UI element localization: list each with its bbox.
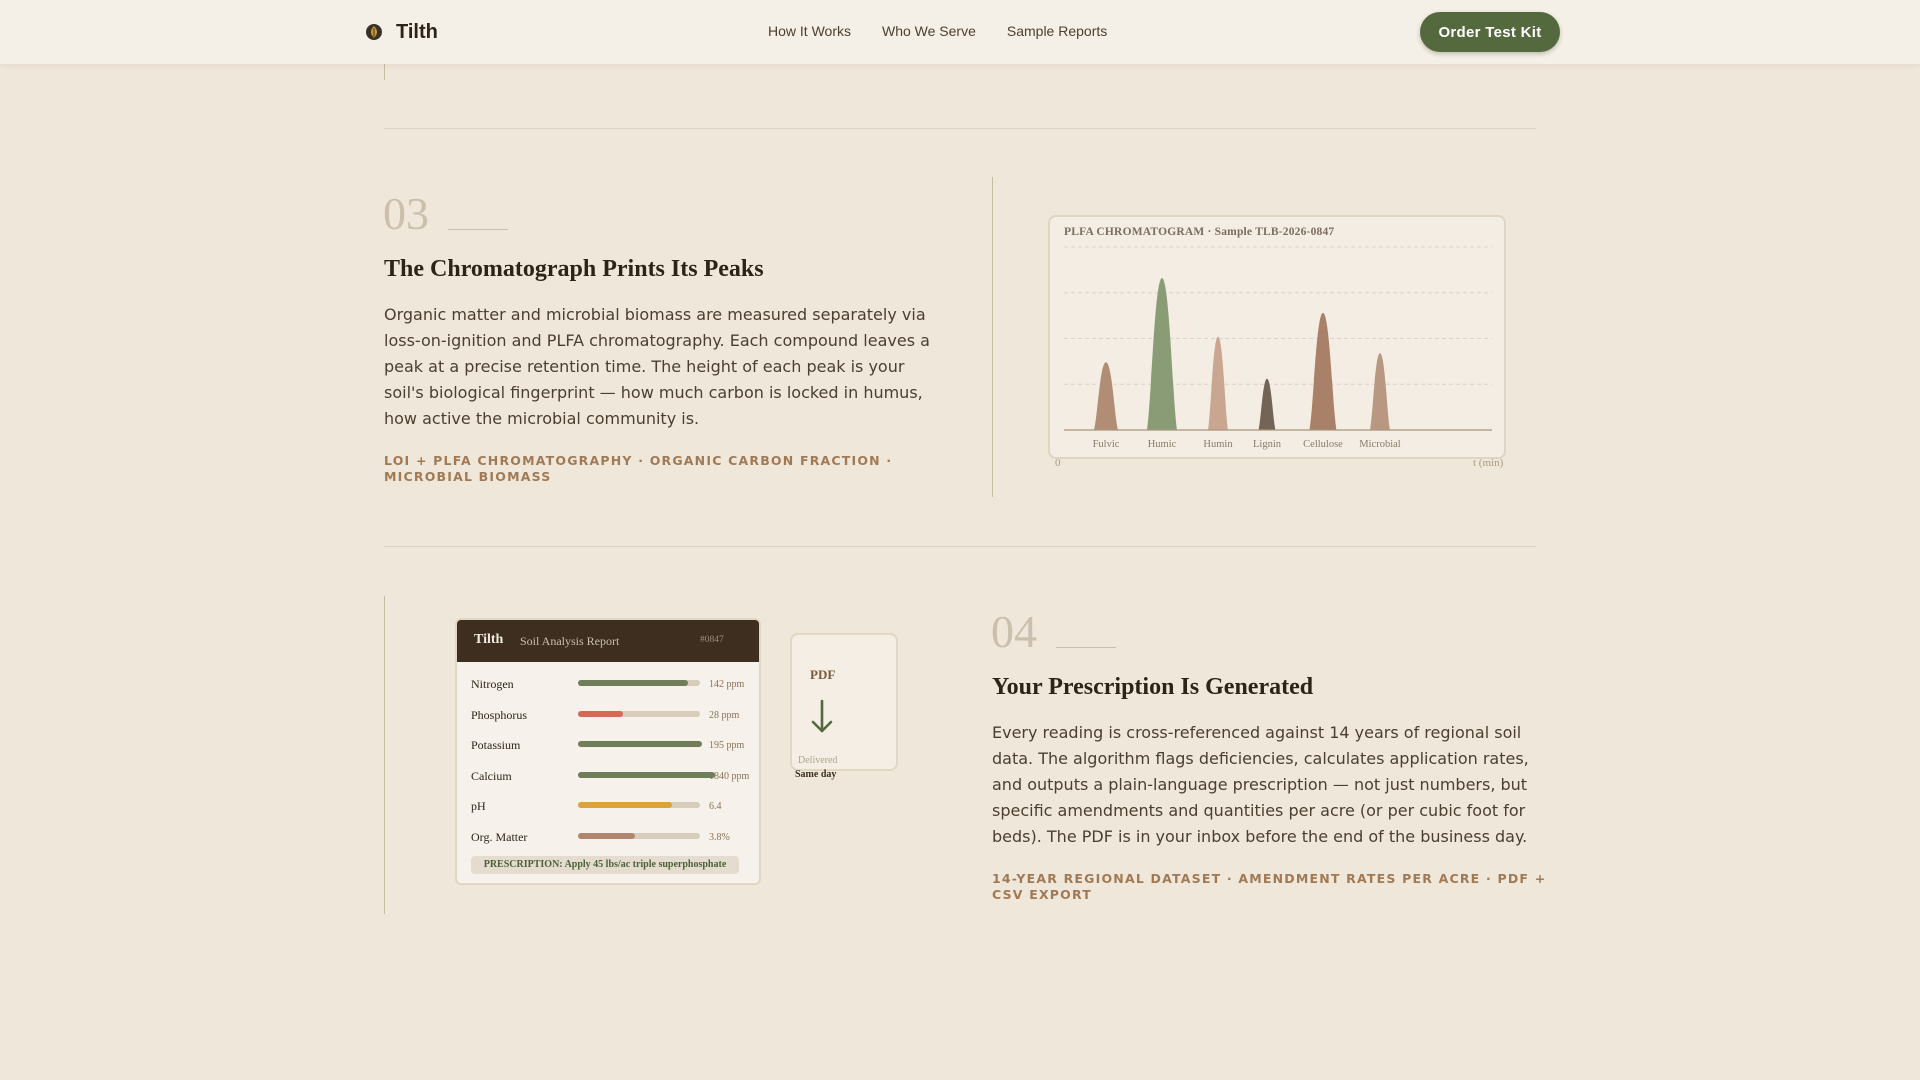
report-header: Tilth Soil Analysis Report #0847	[457, 620, 759, 662]
pdf-delivered-label: Delivered	[798, 755, 838, 766]
soil-report-card: Tilth Soil Analysis Report #0847 Nitroge…	[455, 618, 761, 885]
peak-label: Humin	[1203, 439, 1233, 450]
report-row-bar-fill	[578, 741, 703, 747]
report-row-bar	[578, 832, 700, 839]
x-axis-start-label: 0	[1055, 457, 1061, 469]
nav-link-sample-reports[interactable]: Sample Reports	[1007, 22, 1107, 40]
step-title: Your Prescription Is Generated	[992, 674, 1314, 700]
report-row-name: Nitrogen	[471, 677, 514, 691]
top-nav: Tilth How It Works Who We Serve Sample R…	[0, 0, 1920, 64]
report-row-value: 1840 ppm	[709, 770, 750, 782]
brand-logo[interactable]: Tilth	[365, 20, 438, 44]
section-divider-top	[384, 128, 1536, 129]
report-row-name: pH	[471, 799, 486, 813]
pdf-label: PDF	[810, 667, 836, 682]
report-row: Phosphorus 28 ppm	[471, 706, 759, 726]
chart-title: PLFA CHROMATOGRAM · Sample TLB-2026-0847	[1064, 226, 1335, 238]
report-brand: Tilth	[474, 632, 504, 647]
order-test-kit-button[interactable]: Order Test Kit	[1420, 12, 1560, 52]
report-row: pH 6.4	[471, 797, 759, 817]
step-description: Organic matter and microbial biomass are…	[384, 305, 930, 428]
peak-humin	[1208, 336, 1228, 430]
report-row-name: Org. Matter	[471, 829, 528, 844]
chromatogram-chart: Fulvic Humic Humin Lignin Cellulose Microbial	[1064, 246, 1492, 450]
report-row-value: 6.4	[709, 801, 722, 812]
report-row-bar-fill	[578, 832, 636, 839]
report-row: Nitrogen 142 ppm	[471, 675, 759, 695]
peak-label: Fulvic	[1093, 439, 1120, 450]
report-row-name: Phosphorus	[471, 707, 528, 722]
step-tags: LOI + PLFA CHROMATOGRAPHY · ORGANIC CARB…	[384, 453, 893, 484]
report-row: Org. Matter 3.8%	[471, 828, 759, 848]
peak-lignin	[1258, 378, 1276, 430]
timeline-line-top	[384, 64, 385, 80]
pdf-download-tile[interactable]: PDF Delivered	[790, 633, 898, 771]
report-row-bar	[578, 741, 703, 747]
report-row-bar	[578, 680, 700, 686]
timeline-line	[384, 596, 385, 914]
report-row-value: 3.8%	[709, 831, 730, 843]
step-number: 03	[383, 188, 429, 239]
report-id: #0847	[700, 635, 724, 645]
step-number-dash	[448, 229, 508, 230]
report-row-bar-fill	[578, 771, 715, 778]
peak-label: Humic	[1148, 439, 1177, 450]
peak-label: Cellulose	[1303, 439, 1343, 450]
nav-link-who-we-serve[interactable]: Who We Serve	[882, 22, 976, 40]
timeline-line	[992, 177, 993, 497]
step-description: Every reading is cross-referenced agains…	[992, 723, 1529, 846]
peak-humic	[1147, 278, 1177, 430]
nav-links: How It Works Who We Serve Sample Reports	[768, 22, 1138, 40]
report-subtitle: Soil Analysis Report	[520, 634, 620, 648]
peak-label: Lignin	[1253, 439, 1282, 450]
report-row-name: Calcium	[471, 768, 512, 783]
report-row-bar-fill	[578, 802, 672, 808]
step-number: 04	[991, 606, 1037, 657]
nav-link-how-it-works[interactable]: How It Works	[768, 22, 851, 40]
report-row-bar-fill	[578, 710, 624, 717]
peak-microbial	[1370, 353, 1390, 430]
peak-label: Microbial	[1359, 439, 1400, 450]
report-row-value: 28 ppm	[709, 709, 740, 721]
x-axis-end-label: t (min)	[1473, 457, 1504, 469]
step-title: The Chromatograph Prints Its Peaks	[384, 256, 764, 282]
report-row-name: Potassium	[471, 738, 521, 752]
section-divider	[384, 546, 1536, 547]
report-row-value: 142 ppm	[709, 679, 745, 690]
report-row: Calcium 1840 ppm	[471, 767, 759, 787]
report-row-bar-fill	[578, 680, 688, 686]
brand-name: Tilth	[396, 21, 438, 43]
report-row-bar	[578, 710, 700, 717]
download-arrow-icon	[811, 699, 833, 733]
chromatogram-card: Fulvic Humic Humin Lignin Cellulose Microbial…	[1048, 215, 1506, 459]
leaf-logo-icon	[366, 24, 382, 40]
report-row: Potassium 195 ppm	[471, 736, 759, 756]
report-row-value: 195 ppm	[709, 740, 745, 751]
prescription-banner: PRESCRIPTION: Apply 45 lbs/ac triple sup…	[471, 856, 739, 874]
report-row-bar	[578, 771, 715, 778]
step-number-dash	[1056, 647, 1116, 648]
peak-cellulose	[1309, 312, 1337, 430]
step-tags: 14-YEAR REGIONAL DATASET · AMENDMENT RAT…	[992, 871, 1547, 902]
pdf-same-day-label: Same day	[795, 769, 837, 780]
report-row-bar	[578, 802, 700, 808]
peak-fulvic	[1094, 362, 1118, 430]
